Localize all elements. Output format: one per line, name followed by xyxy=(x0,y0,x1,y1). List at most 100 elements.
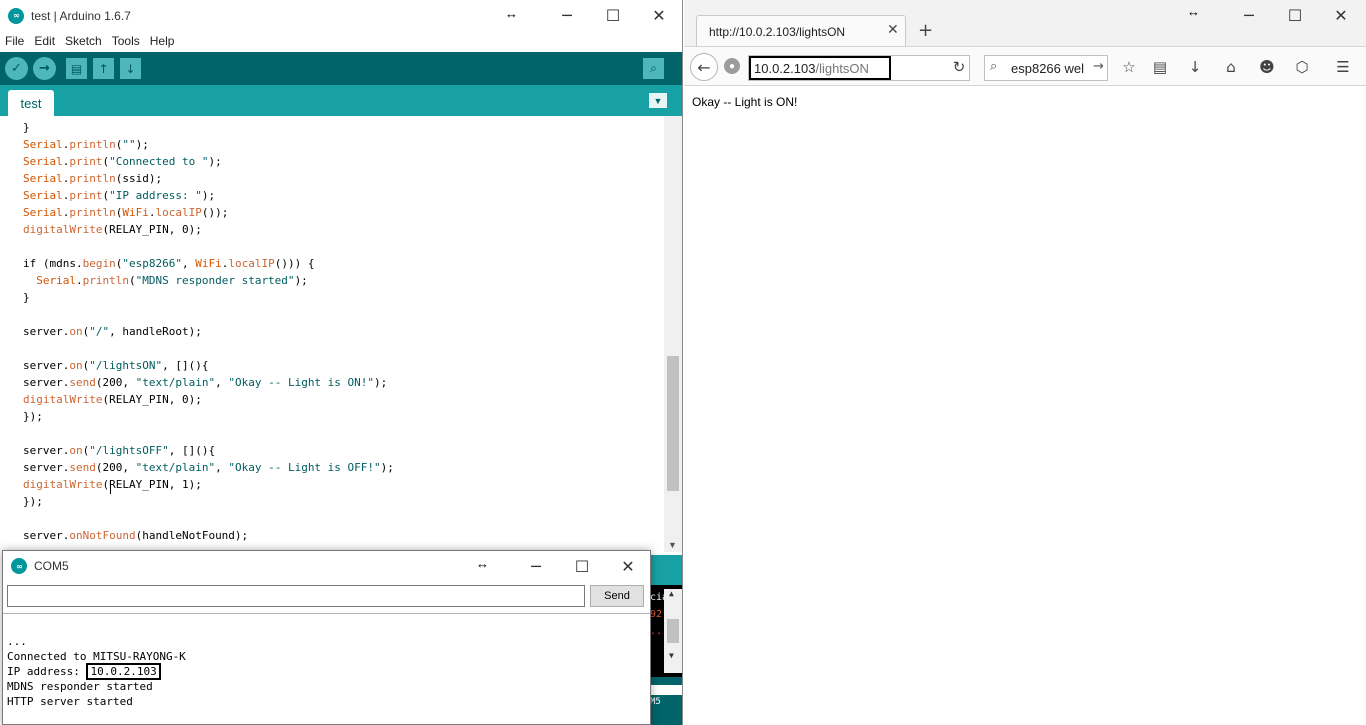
minimize-icon[interactable]: ─ xyxy=(544,0,590,31)
page-content: Okay -- Light is ON! xyxy=(692,95,798,109)
download-icon[interactable]: ↓ xyxy=(1184,56,1206,78)
serial-monitor-icon[interactable]: ⌕ xyxy=(643,58,664,79)
console-scrollbar-thumb[interactable] xyxy=(667,619,679,643)
menu-item-sketch[interactable]: Sketch xyxy=(60,34,107,48)
open-sketch-icon[interactable]: ↑ xyxy=(93,58,114,79)
status-divider xyxy=(650,685,682,695)
close-icon[interactable]: ✕ xyxy=(605,551,650,581)
serial-output-line: MDNS responder started xyxy=(7,680,153,693)
serial-line-label: IP address: xyxy=(7,665,87,678)
status-port-text: M5 xyxy=(650,697,661,707)
browser-tab[interactable]: http://10.0.2.103/lightsON ✕ xyxy=(696,15,906,46)
resize-arrows-icon: ↔ xyxy=(476,556,489,571)
send-button[interactable]: Send xyxy=(590,585,644,607)
ide-tabbar: test ▼ xyxy=(0,85,682,116)
upload-icon[interactable]: → xyxy=(33,57,56,80)
code-line: digitalWrite(RELAY_PIN, 1); xyxy=(23,478,202,491)
minimize-icon[interactable]: ─ xyxy=(1226,0,1272,31)
serial-output: ... Connected to MITSU-RAYONG-K IP address… xyxy=(3,613,650,724)
serial-output-line: ... xyxy=(7,635,27,648)
code-line: server.send(200, "text/plain", "Okay -- … xyxy=(23,376,388,389)
code-line: } xyxy=(23,291,30,304)
tab-test[interactable]: test xyxy=(8,90,54,116)
resize-arrows-icon: ↔ xyxy=(1187,4,1200,19)
serial-monitor-window: ∞ COM5 ↔ ─ ☐ ✕ Send ... Connected to MITS… xyxy=(2,550,651,725)
code-line: server.onNotFound(handleNotFound); xyxy=(23,529,249,542)
menu-item-edit[interactable]: Edit xyxy=(29,34,60,48)
back-arrow-icon[interactable]: ← xyxy=(690,53,718,81)
code-line: Serial.print("IP address: "); xyxy=(23,189,216,202)
site-info-icon[interactable]: ● xyxy=(724,58,740,74)
search-bar[interactable]: ⌕ esp8266 wel → xyxy=(984,55,1108,81)
close-icon[interactable]: ✕ xyxy=(1318,0,1364,31)
code-line: }); xyxy=(23,495,43,508)
close-icon[interactable]: ✕ xyxy=(636,0,682,31)
resize-arrows-icon: ↔ xyxy=(505,6,518,21)
code-line: server.send(200, "text/plain", "Okay -- … xyxy=(23,461,394,474)
url-highlight[interactable]: 10.0.2.103/lightsON xyxy=(749,56,891,80)
serial-output-line: Connected to MITSU-RAYONG-K xyxy=(7,650,186,663)
hello-smiley-icon[interactable]: ☻ xyxy=(1256,56,1278,78)
scroll-up-icon[interactable]: ▲ xyxy=(669,589,674,598)
ide-status-bar: M5 xyxy=(650,677,682,725)
maximize-icon[interactable]: ☐ xyxy=(1272,0,1318,31)
pocket-icon[interactable]: ⬡ xyxy=(1291,56,1313,78)
ip-address-value: 10.0.2.103 xyxy=(86,663,161,680)
minimize-icon[interactable]: ─ xyxy=(513,551,559,581)
ide-menubar: File Edit Sketch Tools Help xyxy=(0,31,682,50)
search-go-arrow-icon[interactable]: → xyxy=(1093,59,1104,74)
new-tab-icon[interactable]: + xyxy=(918,20,933,41)
code-line: digitalWrite(RELAY_PIN, 0); xyxy=(23,223,202,236)
url-path: /lightsON xyxy=(815,61,869,76)
editor-scrollbar[interactable]: ▼ xyxy=(664,116,682,552)
code-line: } xyxy=(23,121,30,134)
code-line: server.on("/lightsOFF", [](){ xyxy=(23,444,216,457)
new-sketch-icon[interactable]: ▤ xyxy=(66,58,87,79)
text-cursor xyxy=(110,480,111,494)
home-icon[interactable]: ⌂ xyxy=(1220,56,1242,78)
serial-send-input[interactable] xyxy=(7,585,585,607)
browser-tab-title: http://10.0.2.103/lightsON xyxy=(709,25,846,39)
reload-icon[interactable]: ↻ xyxy=(948,56,970,78)
verify-icon[interactable]: ✓ xyxy=(5,57,28,80)
editor-scrollbar-thumb[interactable] xyxy=(667,356,679,491)
save-sketch-icon[interactable]: ↓ xyxy=(120,58,141,79)
bookmark-star-icon[interactable]: ☆ xyxy=(1118,56,1140,78)
menu-item-tools[interactable]: Tools xyxy=(107,34,145,48)
search-value: esp8266 wel xyxy=(1011,61,1084,76)
menu-item-help[interactable]: Help xyxy=(145,34,180,48)
browser-navbar: ← ● 10.0.2.103/lightsON ↻ ⌕ esp8266 wel … xyxy=(684,46,1366,86)
scroll-down-icon[interactable]: ▼ xyxy=(668,540,677,550)
code-line: Serial.println("MDNS responder started")… xyxy=(36,274,308,287)
console-scrollbar[interactable]: ▲ ▼ xyxy=(664,589,682,673)
code-line: Serial.println(ssid); xyxy=(23,172,163,185)
code-line: server.on("/lightsON", [](){ xyxy=(23,359,209,372)
browser-tabstrip: http://10.0.2.103/lightsON ✕ + ↔ ─ ☐ ✕ xyxy=(684,0,1366,46)
code-line: Serial.print("Connected to "); xyxy=(23,155,222,168)
scroll-down-icon[interactable]: ▼ xyxy=(669,651,674,660)
maximize-icon[interactable]: ☐ xyxy=(559,551,605,581)
hamburger-menu-icon[interactable]: ☰ xyxy=(1332,56,1354,78)
url-host: 10.0.2.103 xyxy=(754,61,816,76)
serial-output-line: IP address: 10.0.2.103 xyxy=(7,663,161,680)
menu-item-file[interactable]: File xyxy=(0,34,29,48)
ide-toolbar: ✓ → ▤ ↑ ↓ ⌕ xyxy=(0,52,682,85)
browser-window: http://10.0.2.103/lightsON ✕ + ↔ ─ ☐ ✕ ←… xyxy=(684,0,1366,725)
code-line: if (mdns.begin("esp8266", WiFi.localIP()… xyxy=(23,257,315,270)
console-header xyxy=(650,555,682,585)
console-line: 92 xyxy=(650,609,663,620)
code-line: digitalWrite(RELAY_PIN, 0); xyxy=(23,393,202,406)
maximize-icon[interactable]: ☐ xyxy=(590,0,636,31)
tab-menu-chevron-down-icon[interactable]: ▼ xyxy=(649,93,667,108)
arduino-logo-icon: ∞ xyxy=(8,7,24,24)
code-line: }); xyxy=(23,410,43,423)
close-tab-icon[interactable]: ✕ xyxy=(887,22,899,38)
code-editor[interactable]: } Serial.println(""); Serial.print("Connec… xyxy=(0,116,664,552)
code-line: Serial.println(WiFi.localIP()); xyxy=(23,206,229,219)
code-line: server.on("/", handleRoot); xyxy=(23,325,202,338)
ide-window-title: test | Arduino 1.6.7 xyxy=(31,8,131,23)
console-output: cia 92 ... ▲ ▼ xyxy=(650,585,682,677)
serial-window-title: COM5 xyxy=(34,559,69,573)
search-icon: ⌕ xyxy=(990,59,998,74)
reading-list-icon[interactable]: ▤ xyxy=(1149,56,1171,78)
